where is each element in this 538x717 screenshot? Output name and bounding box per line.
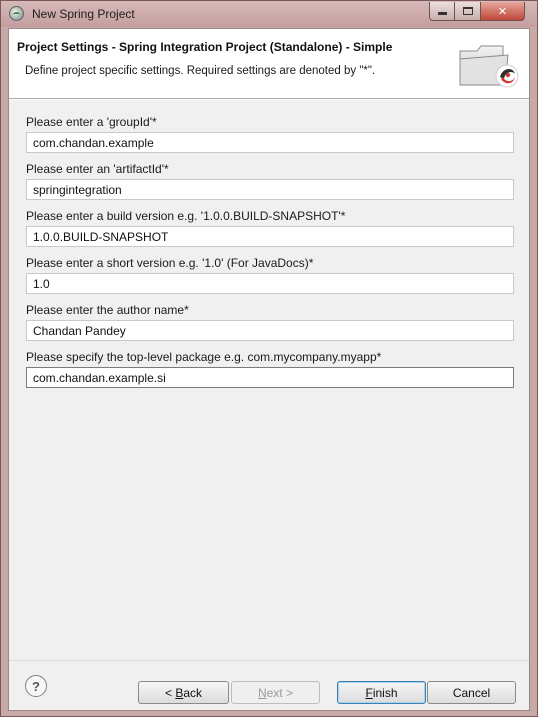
page-description: Define project specific settings. Requir…: [25, 65, 376, 77]
build-version-field[interactable]: [26, 226, 514, 247]
groupid-field[interactable]: [26, 132, 514, 153]
back-button[interactable]: < Back: [138, 681, 229, 704]
top-level-package-label: Please specify the top-level package e.g…: [26, 350, 382, 364]
finish-button-mnemonic: F: [365, 685, 373, 700]
cancel-button-label: Cancel: [452, 685, 491, 700]
wizard-header: Project Settings - Spring Integration Pr…: [9, 29, 529, 99]
finish-button[interactable]: Finish: [337, 681, 426, 704]
artifactid-field[interactable]: [26, 179, 514, 200]
short-version-field[interactable]: [26, 273, 514, 294]
close-icon: ✕: [497, 4, 508, 18]
minimize-button[interactable]: [429, 2, 455, 21]
author-name-label: Please enter the author name*: [26, 303, 189, 317]
finish-button-label: inish: [372, 685, 398, 700]
window-controls: ✕: [429, 2, 525, 21]
close-button[interactable]: ✕: [481, 2, 525, 21]
next-button-label: ext >: [266, 685, 294, 700]
top-level-package-field[interactable]: [26, 367, 514, 388]
button-bar: ? < Back Next > Finish Cancel: [9, 660, 529, 710]
spring-app-icon: [9, 6, 24, 21]
back-button-label: ack: [183, 685, 203, 700]
form-body: Please enter a 'groupId'* Please enter a…: [9, 100, 529, 660]
back-button-mnemonic: B: [175, 685, 184, 700]
short-version-label: Please enter a short version e.g. '1.0' …: [26, 256, 314, 270]
minimize-icon: [437, 12, 447, 15]
author-name-field[interactable]: [26, 320, 514, 341]
help-button[interactable]: ?: [25, 675, 47, 697]
cancel-button[interactable]: Cancel: [427, 681, 516, 704]
settings-form: Please enter a 'groupId'* Please enter a…: [26, 114, 514, 396]
maximize-button[interactable]: [455, 2, 481, 21]
groupid-label: Please enter a 'groupId'*: [26, 115, 157, 129]
help-icon: ?: [32, 678, 40, 694]
title-bar[interactable]: New Spring Project ✕: [1, 1, 537, 27]
back-button-prefix: <: [164, 685, 176, 700]
page-title: Project Settings - Spring Integration Pr…: [17, 40, 393, 54]
dialog-client-area: Project Settings - Spring Integration Pr…: [8, 28, 530, 711]
artifactid-label: Please enter an 'artifactId'*: [26, 162, 169, 176]
dialog-window: New Spring Project ✕ Project Settings - …: [0, 0, 538, 717]
next-button-mnemonic: N: [257, 685, 267, 700]
maximize-icon: [462, 7, 473, 15]
build-version-label: Please enter a build version e.g. '1.0.0…: [26, 209, 346, 223]
next-button[interactable]: Next >: [231, 681, 320, 704]
window-title: New Spring Project: [32, 7, 135, 21]
folder-wizard-icon: [459, 45, 519, 88]
